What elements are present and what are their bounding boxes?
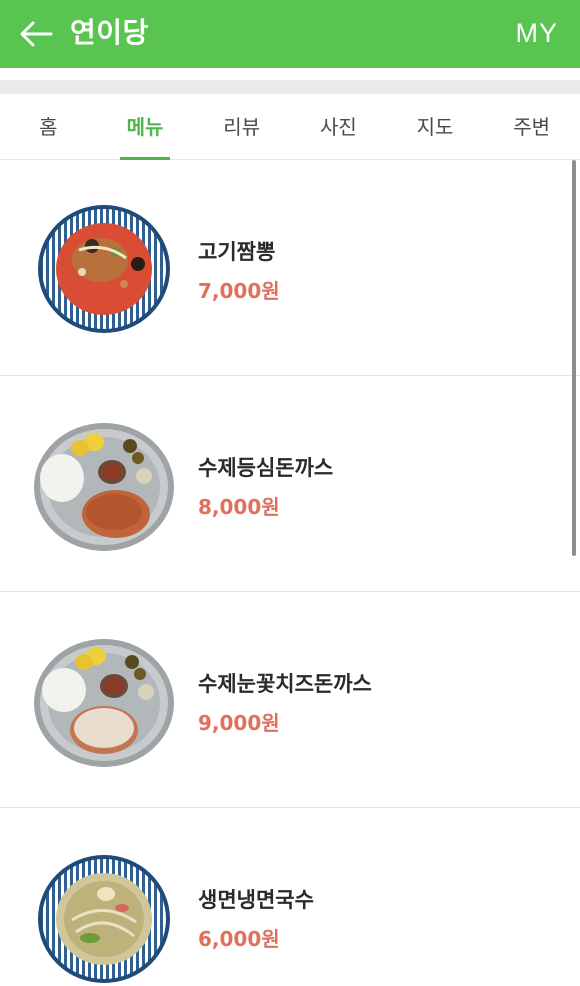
menu-item-name: 수제등심돈까스: [198, 456, 334, 480]
dish-image-tonkatsu: [34, 418, 174, 552]
dish-image-cold-noodle: [34, 850, 174, 984]
tab-nearby[interactable]: 주변: [483, 94, 580, 159]
menu-item[interactable]: 수제등심돈까스 8,000원: [0, 376, 580, 592]
my-button[interactable]: MY: [516, 0, 559, 68]
tab-menu[interactable]: 메뉴: [97, 94, 194, 159]
tab-photos[interactable]: 사진: [290, 94, 387, 159]
tab-home[interactable]: 홈: [0, 94, 97, 159]
scrollbar[interactable]: [572, 160, 576, 556]
menu-item[interactable]: 수제눈꽃치즈돈까스 9,000원: [0, 592, 580, 808]
tab-map[interactable]: 지도: [387, 94, 484, 159]
tab-reviews[interactable]: 리뷰: [193, 94, 290, 159]
dish-image-jjamppong: [34, 202, 174, 336]
menu-item[interactable]: 고기짬뽕 7,000원: [0, 160, 580, 376]
menu-item-name: 수제눈꽃치즈돈까스: [198, 672, 372, 696]
menu-item-price: 9,000원: [198, 711, 280, 735]
tab-bar: 홈 메뉴 리뷰 사진 지도 주변: [0, 94, 580, 160]
menu-item-price: 6,000원: [198, 927, 280, 951]
dish-image-cheese-tonkatsu: [34, 634, 174, 768]
menu-item-price: 8,000원: [198, 495, 280, 519]
divider-band: [0, 80, 580, 94]
arrow-left-icon: [20, 21, 53, 47]
back-button[interactable]: [16, 16, 56, 52]
menu-item-price: 7,000원: [198, 279, 280, 303]
menu-item-name: 생면냉면국수: [198, 888, 314, 912]
menu-item-name: 고기짬뽕: [198, 240, 276, 264]
menu-item[interactable]: 생면냉면국수 6,000원: [0, 808, 580, 986]
menu-list: 고기짬뽕 7,000원 수제등심돈까스 8,000원 수제눈꽃치즈돈까스 9,0…: [0, 160, 580, 986]
page-title: 연이당: [70, 16, 149, 49]
app-bar: 연이당 MY: [0, 0, 580, 68]
